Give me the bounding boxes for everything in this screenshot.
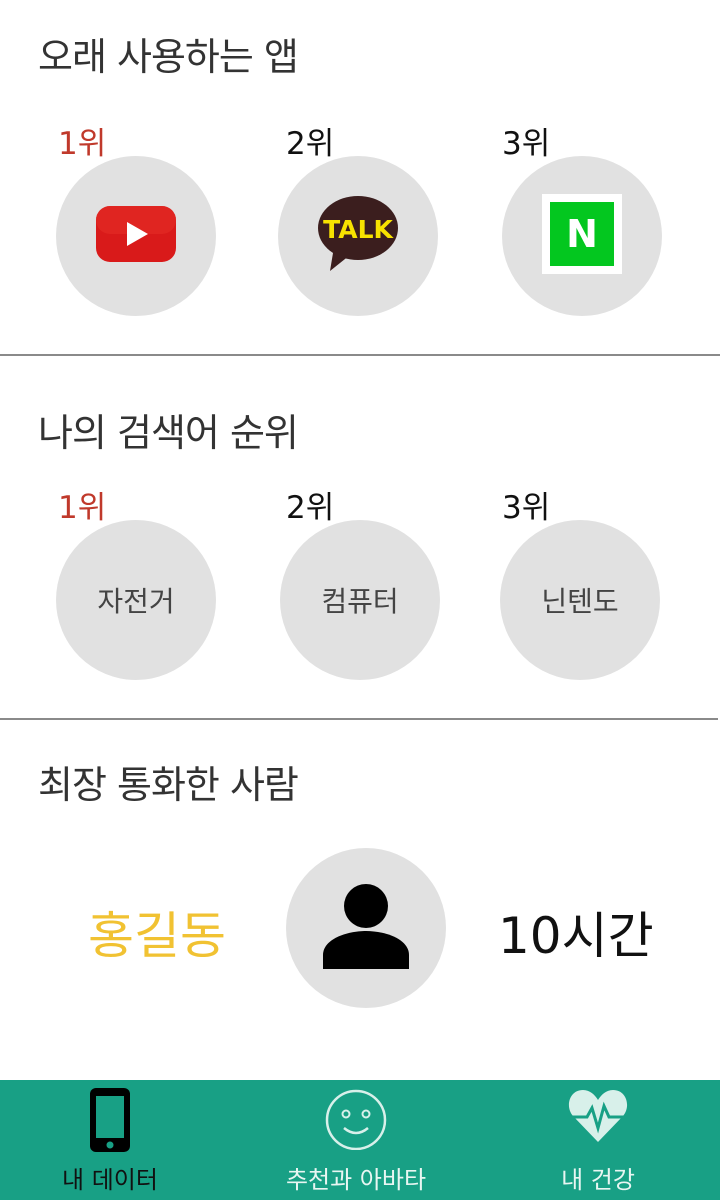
nav-item-my-health[interactable]: 내 건강	[498, 1080, 698, 1200]
section-title-calls: 최장 통화한 사람	[38, 763, 299, 807]
heart-pulse-icon	[567, 1086, 629, 1148]
bottom-navigation: 내 데이터 추천과 아바타 내 건강	[0, 1080, 720, 1200]
nav-item-my-data[interactable]: 내 데이터	[10, 1080, 210, 1200]
keyword-circle-1[interactable]: 자전거	[56, 520, 216, 680]
app-circle-naver[interactable]: N	[502, 156, 662, 316]
search-rank-1: 1위	[58, 490, 107, 526]
nav-label-my-data: 내 데이터	[62, 1166, 158, 1194]
call-duration: 10시간	[498, 907, 654, 965]
divider-2	[0, 718, 718, 720]
smiley-icon	[324, 1086, 388, 1154]
contact-avatar[interactable]	[286, 848, 446, 1008]
section-title-apps: 오래 사용하는 앱	[38, 35, 299, 79]
app-circle-youtube[interactable]	[56, 156, 216, 316]
contact-name: 홍길동	[88, 907, 226, 965]
nav-item-recommend-avatar[interactable]: 추천과 아바타	[256, 1080, 456, 1200]
phone-icon	[88, 1086, 132, 1158]
keyword-circle-3[interactable]: 닌텐도	[500, 520, 660, 680]
app-circle-kakaotalk[interactable]: TALK	[278, 156, 438, 316]
nav-label-recommend-avatar: 추천과 아바타	[285, 1166, 427, 1194]
nav-label-my-health: 내 건강	[561, 1166, 635, 1194]
search-rank-2: 2위	[286, 490, 335, 526]
naver-icon-text: N	[566, 212, 598, 256]
search-rank-3: 3위	[502, 490, 551, 526]
youtube-icon	[96, 206, 176, 266]
person-icon	[321, 881, 411, 975]
keyword-circle-2[interactable]: 컴퓨터	[280, 520, 440, 680]
app-rank-3: 3위	[502, 126, 551, 162]
divider-1	[0, 354, 720, 356]
keyword-label: 컴퓨터	[321, 585, 399, 618]
app-rank-1: 1위	[58, 126, 107, 162]
kakaotalk-icon-text: TALK	[323, 215, 394, 244]
keyword-label: 닌텐도	[541, 585, 619, 618]
app-rank-2: 2위	[286, 126, 335, 162]
keyword-label: 자전거	[97, 585, 175, 618]
kakaotalk-icon: TALK	[316, 195, 400, 277]
section-title-search: 나의 검색어 순위	[38, 411, 299, 455]
naver-icon: N	[542, 194, 622, 278]
